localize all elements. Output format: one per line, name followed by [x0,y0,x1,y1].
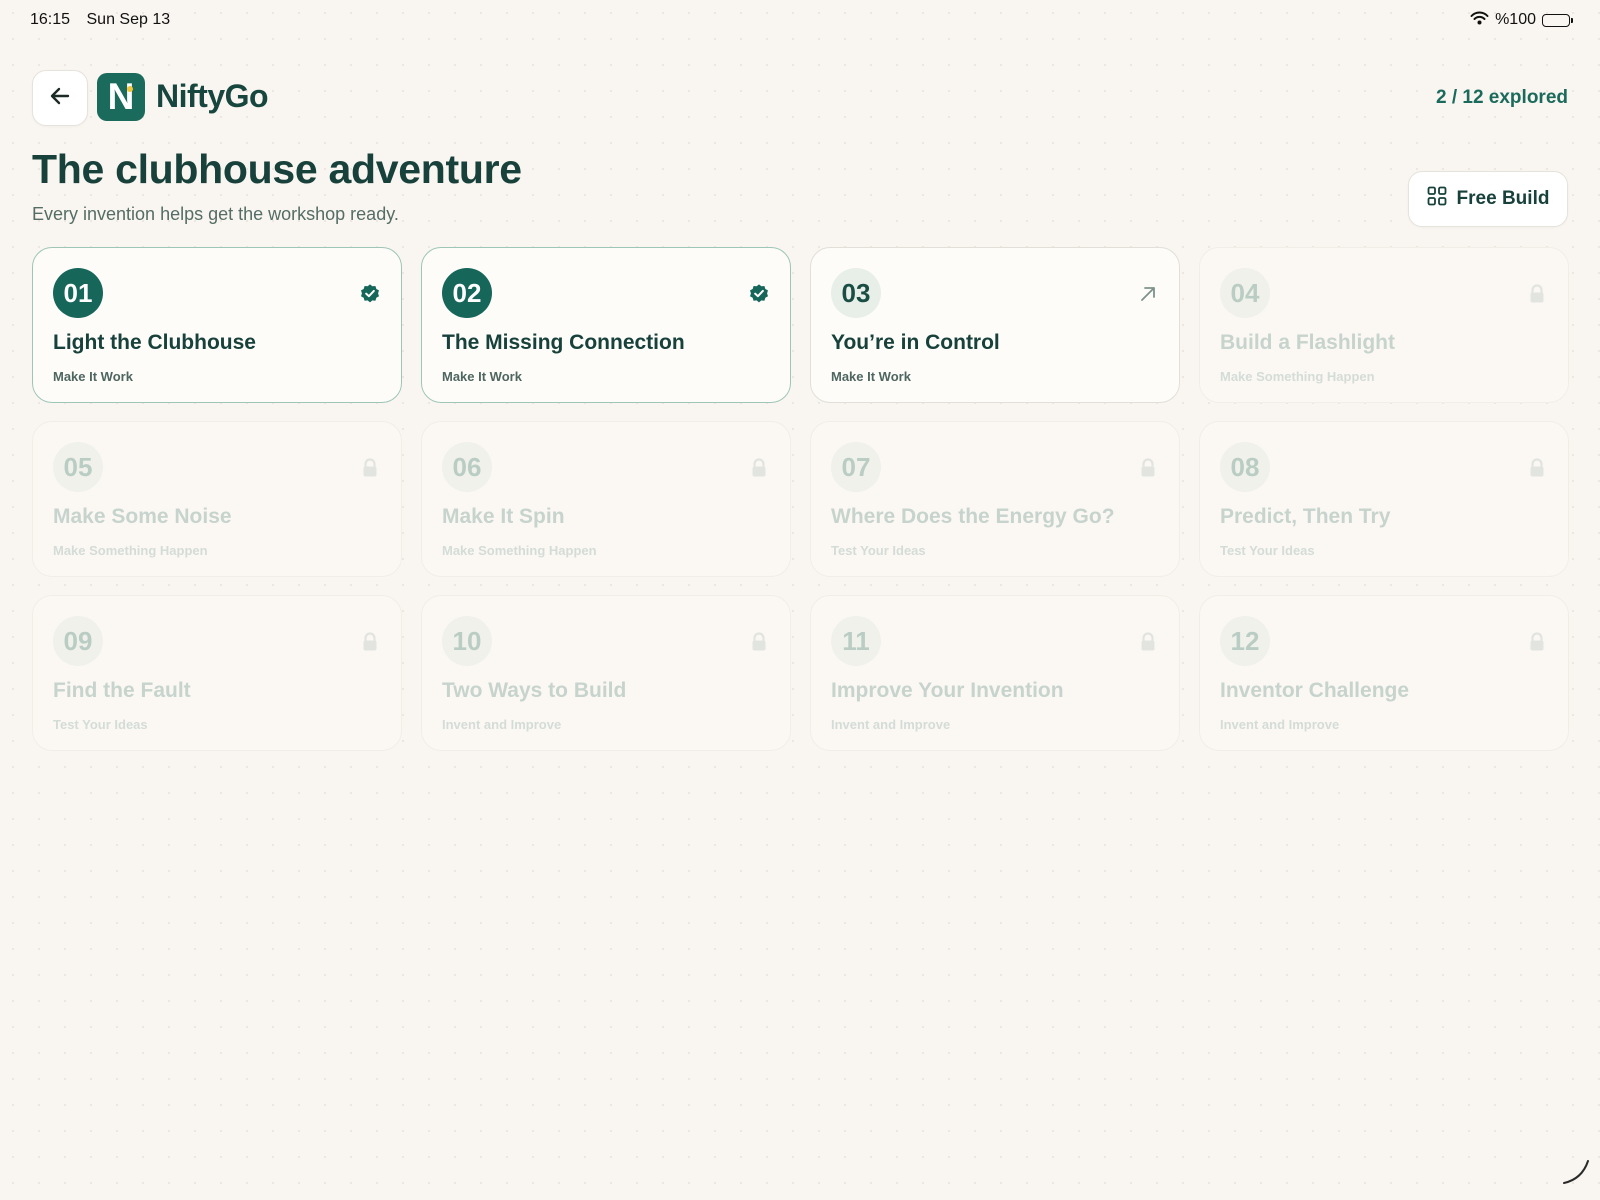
lesson-card-12: 12 Inventor Challenge Invent and Improve [1199,595,1569,751]
free-build-button[interactable]: Free Build [1408,171,1568,227]
free-build-label: Free Build [1456,188,1550,209]
lesson-category: Test Your Ideas [831,543,926,558]
status-bar: 16:15 Sun Sep 13 %100 [30,9,1573,31]
lesson-category: Make Something Happen [53,543,208,558]
lesson-category: Invent and Improve [442,717,562,732]
check-badge-icon [359,283,381,305]
lesson-title: Inventor Challenge [1220,679,1410,702]
lesson-title: You’re in Control [831,331,1000,354]
home-indicator [1560,1155,1592,1192]
lesson-card-01[interactable]: 01 Light the Clubhouse Make It Work [32,247,402,403]
lesson-number-badge: 08 [1220,442,1270,492]
progress-counter: 2 / 12 explored [1435,87,1568,108]
lesson-title: Build a Flashlight [1220,331,1396,354]
lesson-title: Where Does the Energy Go? [831,505,1115,528]
lesson-card-07: 07 Where Does the Energy Go? Test Your Ide… [810,421,1180,577]
lesson-category: Invent and Improve [1220,717,1340,732]
battery-percentage: %100 [1495,11,1536,28]
arrow-left-icon [48,84,72,113]
lesson-title: Two Ways to Build [442,679,627,702]
wifi-icon [1470,11,1489,30]
back-button[interactable] [32,70,88,126]
lock-icon [1526,631,1548,653]
lesson-category: Test Your Ideas [53,717,148,732]
lesson-card-09: 09 Find the Fault Test Your Ideas [32,595,402,751]
check-badge-icon [748,283,770,305]
lesson-number-badge: 05 [53,442,103,492]
arrow-up-right-icon [1137,283,1159,305]
lock-icon [1526,283,1548,305]
lock-icon [748,631,770,653]
lesson-card-11: 11 Improve Your Invention Invent and Impro… [810,595,1180,751]
brand-name: NiftyGo [156,78,269,114]
status-time: 16:15 [30,11,71,28]
lesson-title: The Missing Connection [442,331,685,354]
lock-icon [1137,631,1159,653]
logo-letter: N [107,76,135,117]
lesson-category: Invent and Improve [831,717,951,732]
lesson-category: Test Your Ideas [1220,543,1315,558]
lesson-category: Make It Work [442,369,522,384]
lesson-card-10: 10 Two Ways to Build Invent and Improve [421,595,791,751]
lesson-title: Improve Your Invention [831,679,1064,702]
battery-icon [1542,13,1573,27]
lesson-category: Make It Work [831,369,911,384]
lesson-number-badge: 03 [831,268,881,318]
lesson-number-badge: 07 [831,442,881,492]
lock-icon [359,631,381,653]
status-date: Sun Sep 13 [86,11,171,28]
lesson-number-badge: 12 [1220,616,1270,666]
page-subtitle: Every invention helps get the workshop r… [32,204,399,224]
lesson-category: Make It Work [53,369,133,384]
status-bar-left: 16:15 Sun Sep 13 [30,11,182,29]
page-title: The clubhouse adventure [32,146,522,192]
lesson-title: Make Some Noise [53,505,232,528]
lesson-number-badge: 02 [442,268,492,318]
lesson-card-06: 06 Make It Spin Make Something Happen [421,421,791,577]
logo-dot [127,86,133,92]
app-logo: N [97,73,145,121]
lesson-card-grid: 01 Light the Clubhouse Make It Work 02 The M… [32,247,1569,751]
lesson-category: Make Something Happen [1220,369,1375,384]
grid-icon [1427,186,1447,212]
lesson-card-04: 04 Build a Flashlight Make Something Happe… [1199,247,1569,403]
lesson-category: Make Something Happen [442,543,597,558]
lesson-number-badge: 06 [442,442,492,492]
lock-icon [1526,457,1548,479]
lesson-title: Light the Clubhouse [53,331,256,354]
lesson-title: Predict, Then Try [1220,505,1391,528]
lock-icon [748,457,770,479]
lesson-number-badge: 10 [442,616,492,666]
lesson-number-badge: 01 [53,268,103,318]
lesson-card-02[interactable]: 02 The Missing Connection Make It Work [421,247,791,403]
lesson-card-03[interactable]: 03 You’re in Control Make It Work [810,247,1180,403]
lesson-title: Find the Fault [53,679,191,702]
lesson-title: Make It Spin [442,505,565,528]
lesson-number-badge: 04 [1220,268,1270,318]
lesson-card-05: 05 Make Some Noise Make Something Happen [32,421,402,577]
lesson-number-badge: 11 [831,616,881,666]
lock-icon [1137,457,1159,479]
lock-icon [359,457,381,479]
status-bar-right: %100 [1470,11,1573,30]
lesson-card-08: 08 Predict, Then Try Test Your Ideas [1199,421,1569,577]
lesson-number-badge: 09 [53,616,103,666]
